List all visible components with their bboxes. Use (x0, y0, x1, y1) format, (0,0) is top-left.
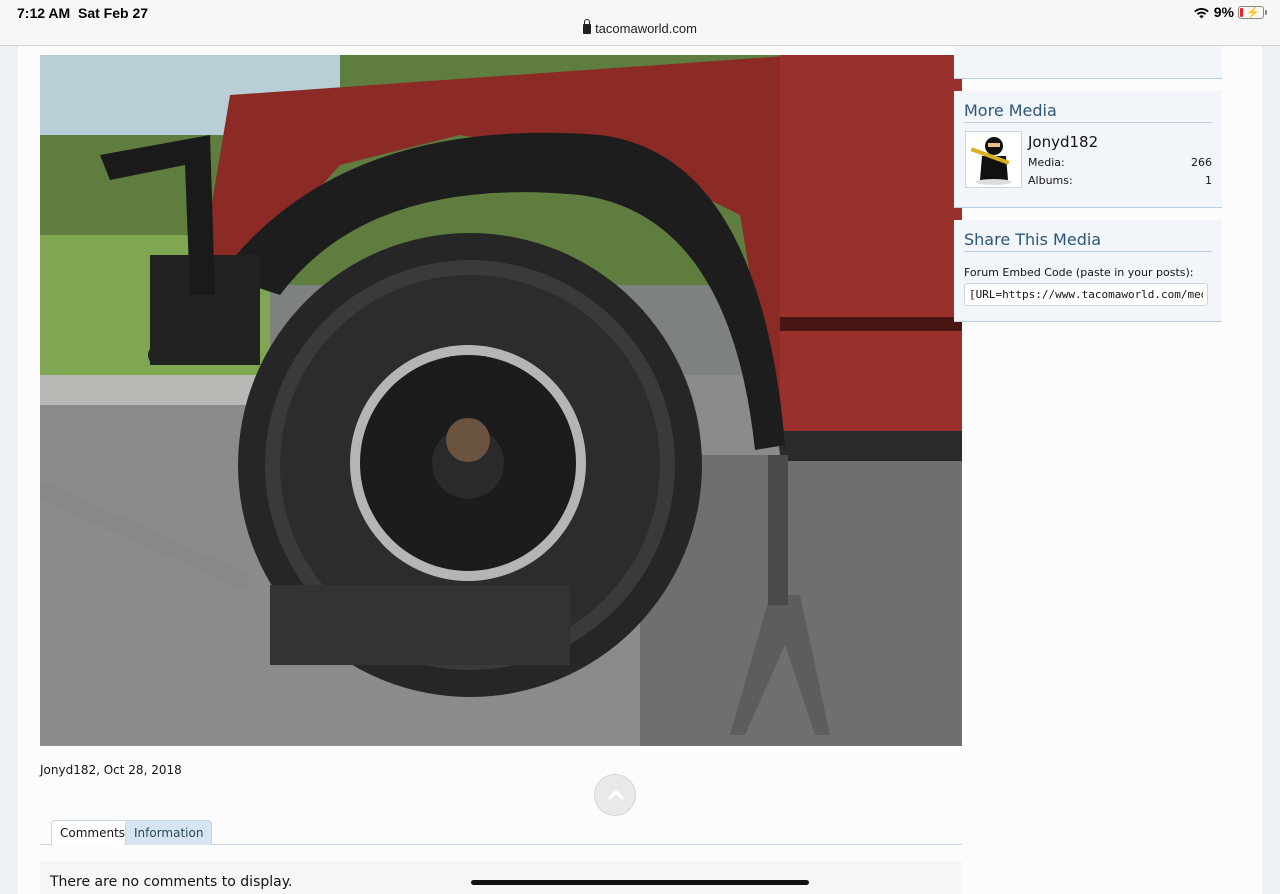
media-image[interactable] (40, 55, 962, 746)
embed-code-label: Forum Embed Code (paste in your posts): (964, 266, 1194, 279)
url-text: tacomaworld.com (595, 21, 697, 36)
media-count-label: Media: (1028, 156, 1065, 169)
albums-count-label: Albums: (1028, 174, 1073, 187)
albums-count-value: 1 (1205, 174, 1212, 187)
more-media-block: More Media Jonyd182 Media: 266 Albums: 1 (954, 91, 1222, 208)
tab-information[interactable]: Information (125, 820, 213, 845)
no-comments-message: There are no comments to display. (50, 874, 293, 890)
wifi-icon (1193, 7, 1209, 18)
battery-level (1240, 7, 1243, 17)
comments-panel: There are no comments to display. (40, 861, 962, 894)
ninja-avatar-icon (966, 132, 1021, 187)
share-media-block: Share This Media Forum Embed Code (paste… (954, 220, 1222, 322)
home-indicator[interactable] (471, 880, 809, 885)
media-tabs: Comments Information (40, 816, 962, 846)
address-bar[interactable]: tacomaworld.com (0, 19, 1280, 36)
battery-percent: 9% (1213, 4, 1234, 20)
status-time: 7:12 AM (17, 5, 71, 21)
status-bar: 7:12 AM Sat Feb 27 tacomaworld.com 9% ⚡ (0, 0, 1280, 46)
chevron-up-icon (608, 790, 624, 800)
uploader-name[interactable]: Jonyd182 (1028, 133, 1098, 151)
status-indicators: 9% ⚡ (1193, 4, 1267, 20)
tab-comments[interactable]: Comments (51, 820, 135, 846)
charging-bolt-icon: ⚡ (1246, 6, 1260, 19)
share-media-heading: Share This Media (964, 230, 1212, 252)
lock-icon (583, 19, 592, 34)
sidebar-top-block (954, 46, 1222, 79)
avatar[interactable] (965, 131, 1022, 188)
embed-code-field[interactable] (964, 283, 1208, 306)
battery-icon: ⚡ (1238, 5, 1267, 19)
status-date: Sat Feb 27 (78, 5, 149, 21)
media-count-value: 266 (1191, 156, 1212, 169)
scroll-to-top-button[interactable] (594, 774, 636, 816)
more-media-heading: More Media (964, 101, 1212, 123)
media-meta: Jonyd182, Oct 28, 2018 (40, 763, 182, 777)
